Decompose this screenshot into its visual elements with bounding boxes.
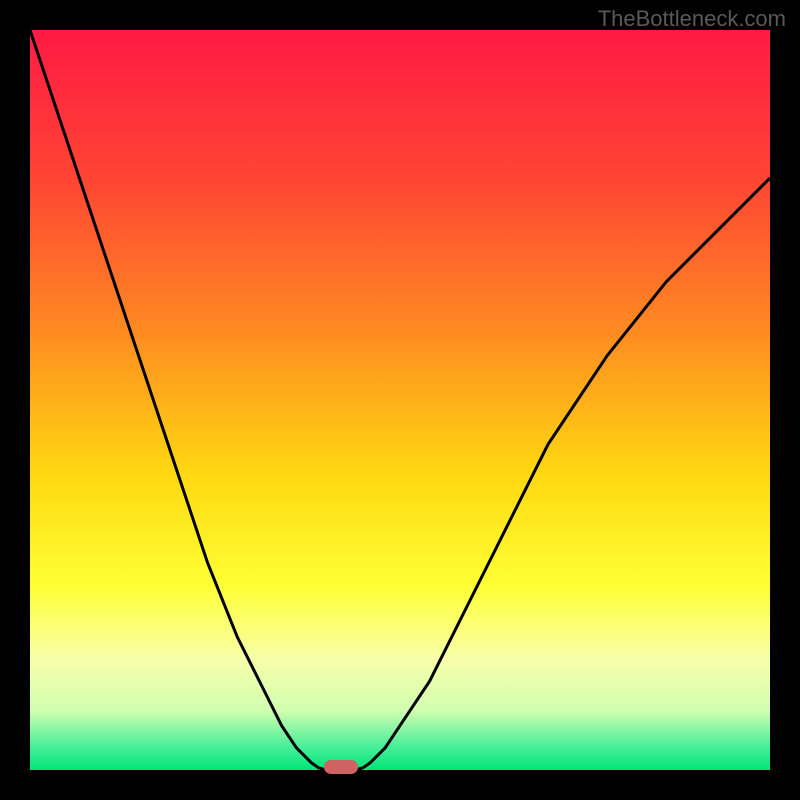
curve-layer bbox=[30, 30, 770, 770]
right-curve-path bbox=[356, 178, 770, 770]
chart-area bbox=[30, 30, 770, 770]
watermark-text: TheBottleneck.com bbox=[598, 6, 786, 32]
left-curve-path bbox=[30, 30, 326, 770]
trough-marker bbox=[324, 760, 358, 774]
